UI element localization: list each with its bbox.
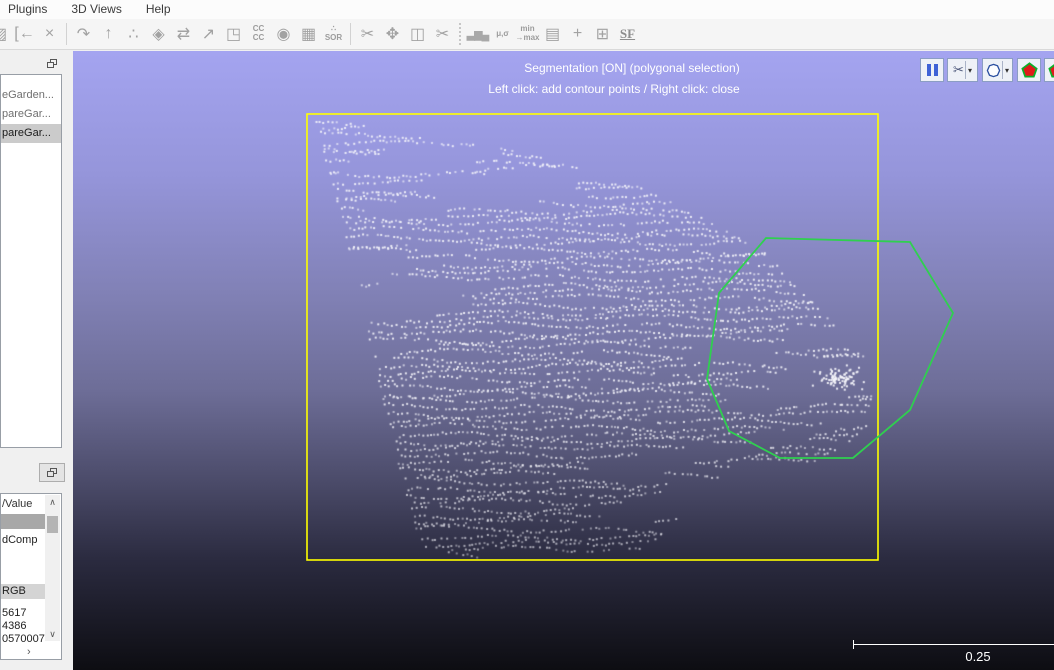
selection-polygon — [707, 238, 953, 458]
convex-hull-icon[interactable]: ◈ — [146, 22, 171, 47]
pause-icon — [927, 64, 931, 76]
filter-by-value-icon[interactable]: ▤ — [540, 22, 565, 47]
cloudcompare-window: Plugins3D ViewsHelp ▨[←× ↷↑∴◈⇄↗◳CC CC◉▦∴ … — [0, 0, 1054, 670]
scissors-icon[interactable]: ✂ — [355, 22, 380, 47]
clipped-tool-icon[interactable]: ▨ — [0, 22, 12, 47]
properties-panel: /Value dComp RGB 561743860570007 ∧ ∨ › — [0, 493, 62, 660]
menu-bar: Plugins3D ViewsHelp — [0, 0, 1054, 19]
scale-bar-line — [853, 644, 1054, 645]
property-row-4386[interactable]: 4386 — [1, 620, 45, 633]
sor-filter-icon[interactable]: ∴ SOR — [321, 22, 346, 47]
float-window-icon — [47, 468, 58, 478]
checker-lod-icon[interactable]: ▦ — [296, 22, 321, 47]
gaussian-filter-icon[interactable]: μ,σ — [490, 22, 515, 47]
cloud-primitive-distance-icon[interactable]: ◉ — [271, 22, 296, 47]
scale-bar-label: 0.25 — [965, 649, 990, 664]
db-tree-panel: eGarden...pareGar...pareGar... — [0, 74, 62, 448]
toolbar-separator — [350, 23, 351, 45]
segment-out-button[interactable] — [1044, 58, 1054, 82]
3d-viewport[interactable]: Segmentation [ON] (polygonal selection) … — [73, 51, 1054, 670]
segment-tool-button[interactable]: ✂▾ — [947, 58, 978, 82]
content-area: eGarden...pareGar...pareGar... /ValuedCo… — [0, 51, 1054, 670]
segment-in-button[interactable] — [1017, 58, 1041, 82]
scroll-down-icon[interactable]: ∨ — [45, 627, 60, 641]
register-icon[interactable]: ⇄ — [171, 22, 196, 47]
scroll-up-icon[interactable]: ∧ — [45, 495, 60, 509]
menu-item-3d-views[interactable]: 3D Views — [59, 0, 133, 19]
properties-table: /Value dComp RGB 561743860570007 — [1, 495, 45, 646]
match-bbox-icon[interactable]: ◳ — [221, 22, 246, 47]
float-window-icon — [47, 59, 58, 69]
delete-icon[interactable]: × — [37, 22, 62, 47]
sf-minmax-icon[interactable]: min →max — [515, 22, 540, 47]
sf-add-icon[interactable]: + — [565, 22, 590, 47]
toolbar-handle — [459, 23, 461, 45]
menu-item-plugins[interactable]: Plugins — [0, 0, 59, 19]
properties-vertical-scrollbar[interactable]: ∧ ∨ — [45, 495, 60, 641]
tree-item-paregar[interactable]: pareGar... — [1, 105, 61, 124]
histogram-icon[interactable]: ▃▆▄ — [465, 22, 490, 47]
property-row[interactable] — [1, 514, 45, 529]
main-toolbar: ▨[←×↷↑∴◈⇄↗◳CC CC◉▦∴ SOR✂✥◫✂▃▆▄μ,σmin →ma… — [0, 19, 1054, 50]
sf-calculator-icon[interactable]: ⊞ — [590, 22, 615, 47]
property-row-0570007[interactable]: 0570007 — [1, 633, 45, 646]
db-tree-list: eGarden...pareGar...pareGar... — [1, 86, 61, 143]
scroll-thumb[interactable] — [47, 516, 58, 533]
polygon-selection-button[interactable]: ▾ — [982, 58, 1013, 82]
align-icon[interactable]: ↗ — [196, 22, 221, 47]
toolbar-separator — [66, 23, 67, 45]
chevron-down-icon[interactable]: ▾ — [965, 61, 972, 79]
scroll-right-icon[interactable]: › — [27, 647, 31, 657]
clone-icon[interactable]: ↷ — [71, 22, 96, 47]
segmentation-overlay — [73, 51, 1054, 670]
property-row[interactable] — [1, 547, 45, 584]
translate-rotate-icon[interactable]: ✥ — [380, 22, 405, 47]
tree-item-paregar[interactable]: pareGar... — [1, 124, 61, 143]
property-row-rgb[interactable]: RGB — [1, 584, 45, 599]
left-dock: eGarden...pareGar...pareGar... /ValuedCo… — [0, 51, 73, 670]
cloud-cloud-distance-icon[interactable]: CC CC — [246, 22, 271, 47]
segmentation-rectangle — [307, 114, 878, 560]
normals-icon[interactable]: ↑ — [96, 22, 121, 47]
pause-segmentation-button[interactable] — [920, 58, 944, 82]
menu-item-help[interactable]: Help — [134, 0, 183, 19]
float-window-button[interactable] — [39, 54, 65, 73]
cross-section-icon[interactable]: ◫ — [405, 22, 430, 47]
float-window-button[interactable] — [39, 463, 65, 482]
db-tree-titlebar — [0, 54, 69, 73]
pentagon-icon — [1048, 62, 1054, 78]
scissors-icon: ✂ — [953, 62, 964, 78]
segmentation-help-text: Left click: add contour points / Right c… — [488, 82, 739, 96]
property-row-value: /Value — [1, 495, 45, 514]
property-row-dcomp[interactable]: dComp — [1, 534, 45, 547]
polygon-icon — [986, 63, 1001, 78]
chevron-down-icon[interactable]: ▾ — [1002, 61, 1009, 79]
apply-close-icon[interactable]: [← — [12, 22, 37, 47]
subsample-icon[interactable]: ∴ — [121, 22, 146, 47]
pentagon-icon — [1021, 62, 1038, 78]
segment-scissors-icon[interactable]: ✂ — [430, 22, 455, 47]
segmentation-status-text: Segmentation [ON] (polygonal selection) — [524, 61, 739, 75]
properties-titlebar — [0, 463, 69, 482]
property-row-5617[interactable]: 5617 — [1, 607, 45, 620]
pause-icon — [934, 64, 938, 76]
tree-item-egarden[interactable]: eGarden... — [1, 86, 61, 105]
scalar-field-icon[interactable]: SF — [615, 22, 640, 47]
